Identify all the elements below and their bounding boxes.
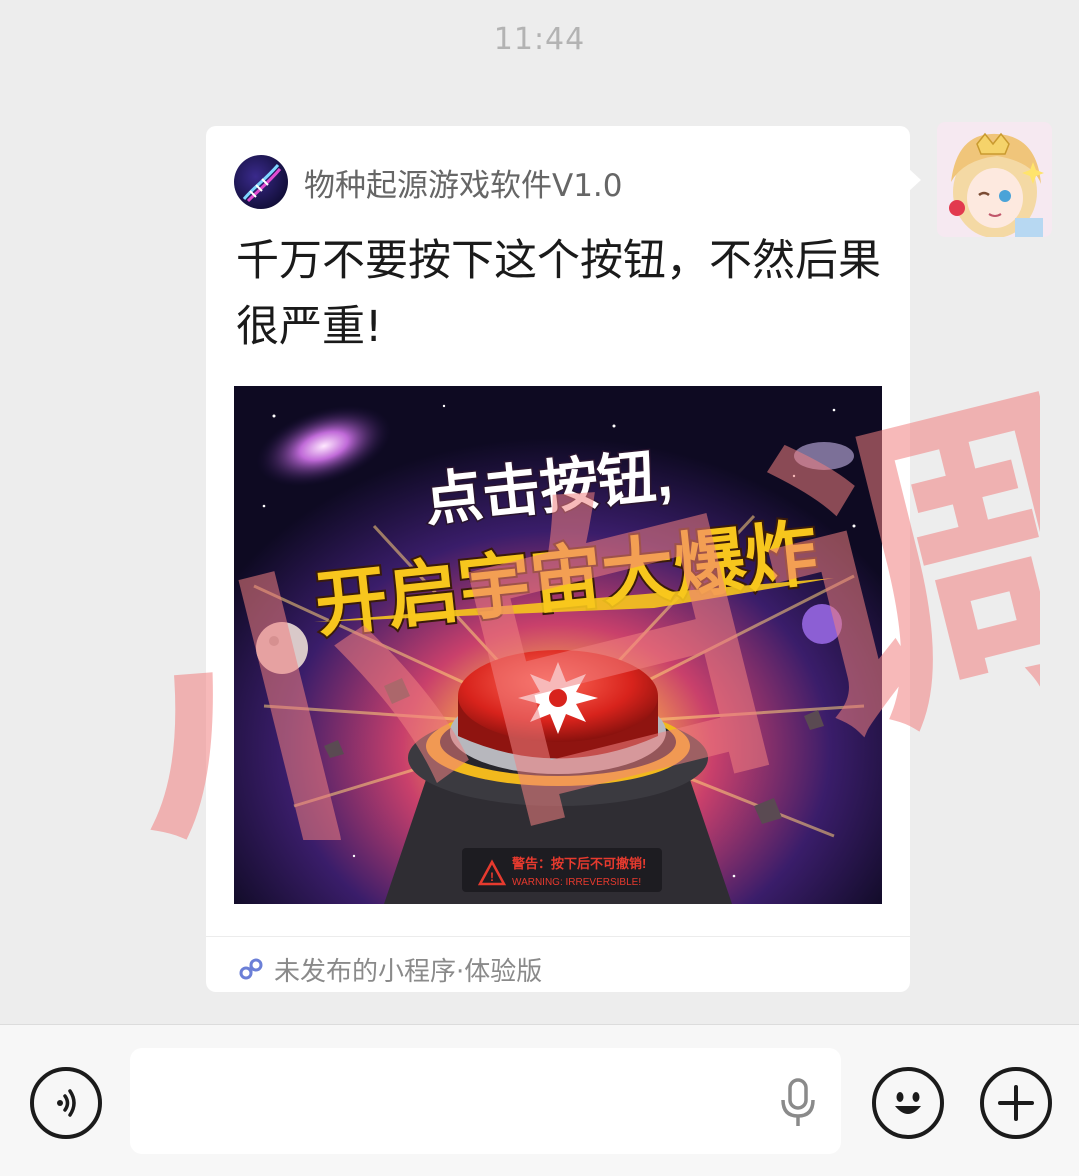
- message-input[interactable]: [130, 1048, 841, 1154]
- card-cover-image: 点击按钮, 开启宇宙大爆炸 ! 警告：按下后不可撤销! WARNING: IRR…: [234, 386, 882, 904]
- app-logo-icon: [234, 155, 288, 209]
- more-functions-button[interactable]: [980, 1067, 1052, 1139]
- app-name: 物种起源游戏软件V1.0: [304, 167, 623, 204]
- chat-screen: 11:44 物种起源游戏软件V1.0 千万不要按下这个按钮，不然后果很严重! 点…: [0, 0, 1079, 1176]
- avatar-illustration: [937, 122, 1052, 237]
- miniprogram-card[interactable]: 物种起源游戏软件V1.0 千万不要按下这个按钮，不然后果很严重! 点击按钮, 开…: [206, 126, 910, 992]
- emoji-button[interactable]: [872, 1067, 944, 1139]
- emoji-icon: [895, 1092, 921, 1114]
- microphone-icon[interactable]: [777, 1078, 819, 1128]
- message-timestamp: 11:44: [493, 22, 586, 57]
- card-header: 物种起源游戏软件V1.0: [234, 154, 623, 210]
- card-divider: [206, 936, 910, 937]
- cover-warning-en: WARNING: IRREVERSIBLE!: [512, 877, 641, 888]
- chat-input-toolbar: [0, 1024, 1079, 1176]
- svg-text:!: !: [490, 870, 494, 884]
- card-footer: 未发布的小程序·体验版: [238, 946, 542, 992]
- plus-icon: [998, 1085, 1034, 1121]
- card-title: 千万不要按下这个按钮，不然后果很严重!: [236, 236, 881, 352]
- miniprogram-status-label: 未发布的小程序·体验版: [274, 956, 543, 987]
- cover-warning-cn: 警告：按下后不可撤销!: [512, 856, 646, 871]
- miniprogram-link-icon: [239, 958, 263, 980]
- voice-mode-button[interactable]: [30, 1067, 102, 1139]
- voice-mode-icon: [57, 1089, 76, 1117]
- sender-avatar[interactable]: [937, 122, 1052, 237]
